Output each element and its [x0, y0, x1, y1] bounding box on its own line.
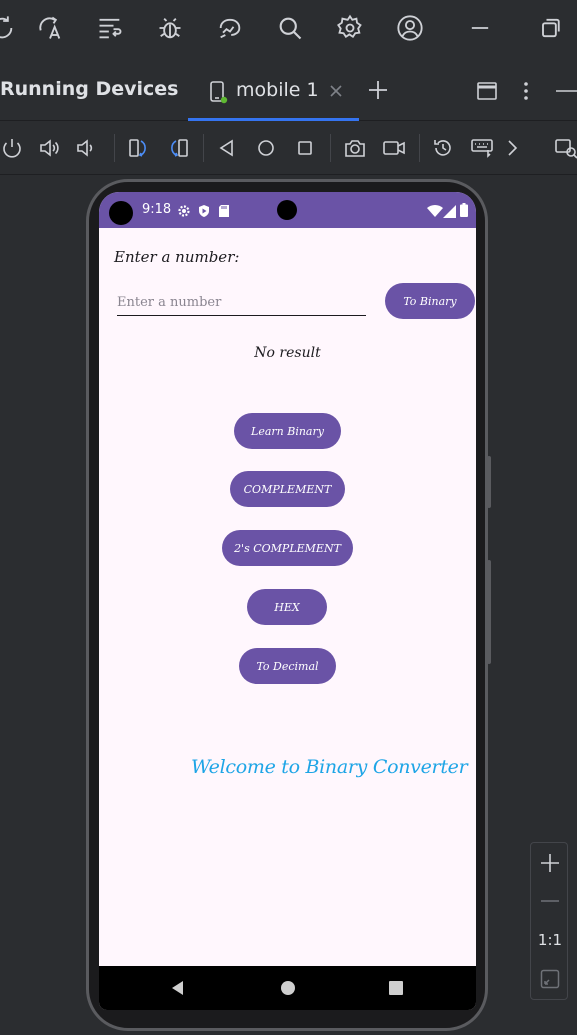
add-tab-icon[interactable] [366, 78, 390, 102]
main-toolbar [0, 0, 577, 56]
navigation-bar [99, 966, 476, 1010]
active-tab-indicator [188, 118, 359, 121]
layout-icon[interactable] [475, 79, 499, 103]
android-studio-window: Running Devices mobile 1 9:18 Enter a nu… [0, 0, 577, 1035]
power-side-button[interactable] [487, 456, 491, 508]
profiler-icon[interactable] [214, 10, 246, 46]
device-mirror-icon[interactable] [552, 134, 577, 162]
panel-title: Running Devices [0, 78, 179, 100]
twos-complement-button[interactable]: 2's COMPLEMENT [222, 530, 353, 566]
learn-binary-button[interactable]: Learn Binary [234, 413, 341, 449]
welcome-text: Welcome to Binary Converter [191, 756, 468, 778]
status-bar: 9:18 [99, 192, 476, 228]
rotate-left-icon[interactable] [125, 134, 153, 162]
nav-home-icon[interactable] [281, 981, 295, 995]
rotate-right-icon[interactable] [164, 134, 192, 162]
signal-icon [443, 203, 456, 218]
toolbar-separator [419, 134, 420, 162]
app-content: Enter a number: To Binary No result Lear… [99, 228, 476, 966]
power-icon[interactable] [0, 134, 26, 162]
sync-icon[interactable] [0, 10, 18, 46]
screenshot-icon[interactable] [341, 134, 369, 162]
minimize-window-icon[interactable] [464, 10, 496, 46]
complement-button[interactable]: COMPLEMENT [230, 471, 345, 507]
zoom-in-icon[interactable] [538, 851, 562, 875]
battery-icon [460, 202, 468, 217]
toolbar-separator [330, 134, 331, 162]
nav-back-icon[interactable] [170, 980, 186, 996]
zoom-out-icon[interactable] [538, 889, 562, 913]
more-options-icon[interactable] [514, 79, 538, 103]
snapshot-icon[interactable] [429, 134, 457, 162]
screen-record-icon[interactable] [380, 134, 408, 162]
volume-side-button[interactable] [487, 560, 491, 664]
volume-up-icon[interactable] [35, 134, 63, 162]
back-icon[interactable] [213, 134, 241, 162]
toolbar-separator [114, 134, 115, 162]
debug-icon[interactable] [154, 10, 186, 46]
hide-panel-icon[interactable] [553, 79, 577, 103]
zoom-controls: 1:1 [530, 842, 568, 1000]
zoom-actual-size[interactable]: 1:1 [531, 931, 569, 949]
keyboard-icon[interactable] [468, 134, 496, 162]
restore-window-icon[interactable] [534, 10, 566, 46]
account-icon[interactable] [394, 10, 426, 46]
tab-label: mobile 1 [236, 79, 319, 101]
to-decimal-button[interactable]: To Decimal [239, 648, 336, 684]
chevron-right-icon[interactable] [498, 134, 526, 162]
close-tab-icon[interactable] [328, 83, 344, 99]
status-time: 9:18 [142, 202, 172, 217]
sd-card-icon [218, 203, 230, 217]
wrap-lines-icon[interactable] [94, 10, 126, 46]
translate-icon[interactable] [34, 10, 66, 46]
hex-button[interactable]: HEX [247, 589, 327, 625]
prompt-label: Enter a number: [114, 248, 240, 266]
home-icon[interactable] [252, 134, 280, 162]
emulator-toolbar [0, 122, 577, 175]
front-camera [277, 200, 297, 220]
settings-status-icon [177, 203, 191, 217]
nav-recents-icon[interactable] [389, 981, 403, 995]
to-binary-button[interactable]: To Binary [385, 283, 475, 319]
running-devices-header: Running Devices mobile 1 [0, 62, 577, 121]
camera-cutout-left [109, 201, 133, 225]
search-icon[interactable] [274, 10, 306, 46]
tab-mobile-1[interactable]: mobile 1 [188, 62, 359, 121]
zoom-fit-icon[interactable] [540, 969, 560, 989]
toolbar-separator [203, 134, 204, 162]
phone-screen: 9:18 Enter a number: Enter a number To B… [99, 192, 476, 1010]
overview-icon[interactable] [291, 134, 319, 162]
result-text: No result [254, 345, 321, 361]
play-protect-icon [197, 203, 211, 217]
settings-icon[interactable] [334, 10, 366, 46]
volume-down-icon[interactable] [72, 134, 100, 162]
device-icon [208, 80, 228, 104]
number-input[interactable] [117, 290, 366, 316]
wifi-icon [427, 203, 443, 217]
